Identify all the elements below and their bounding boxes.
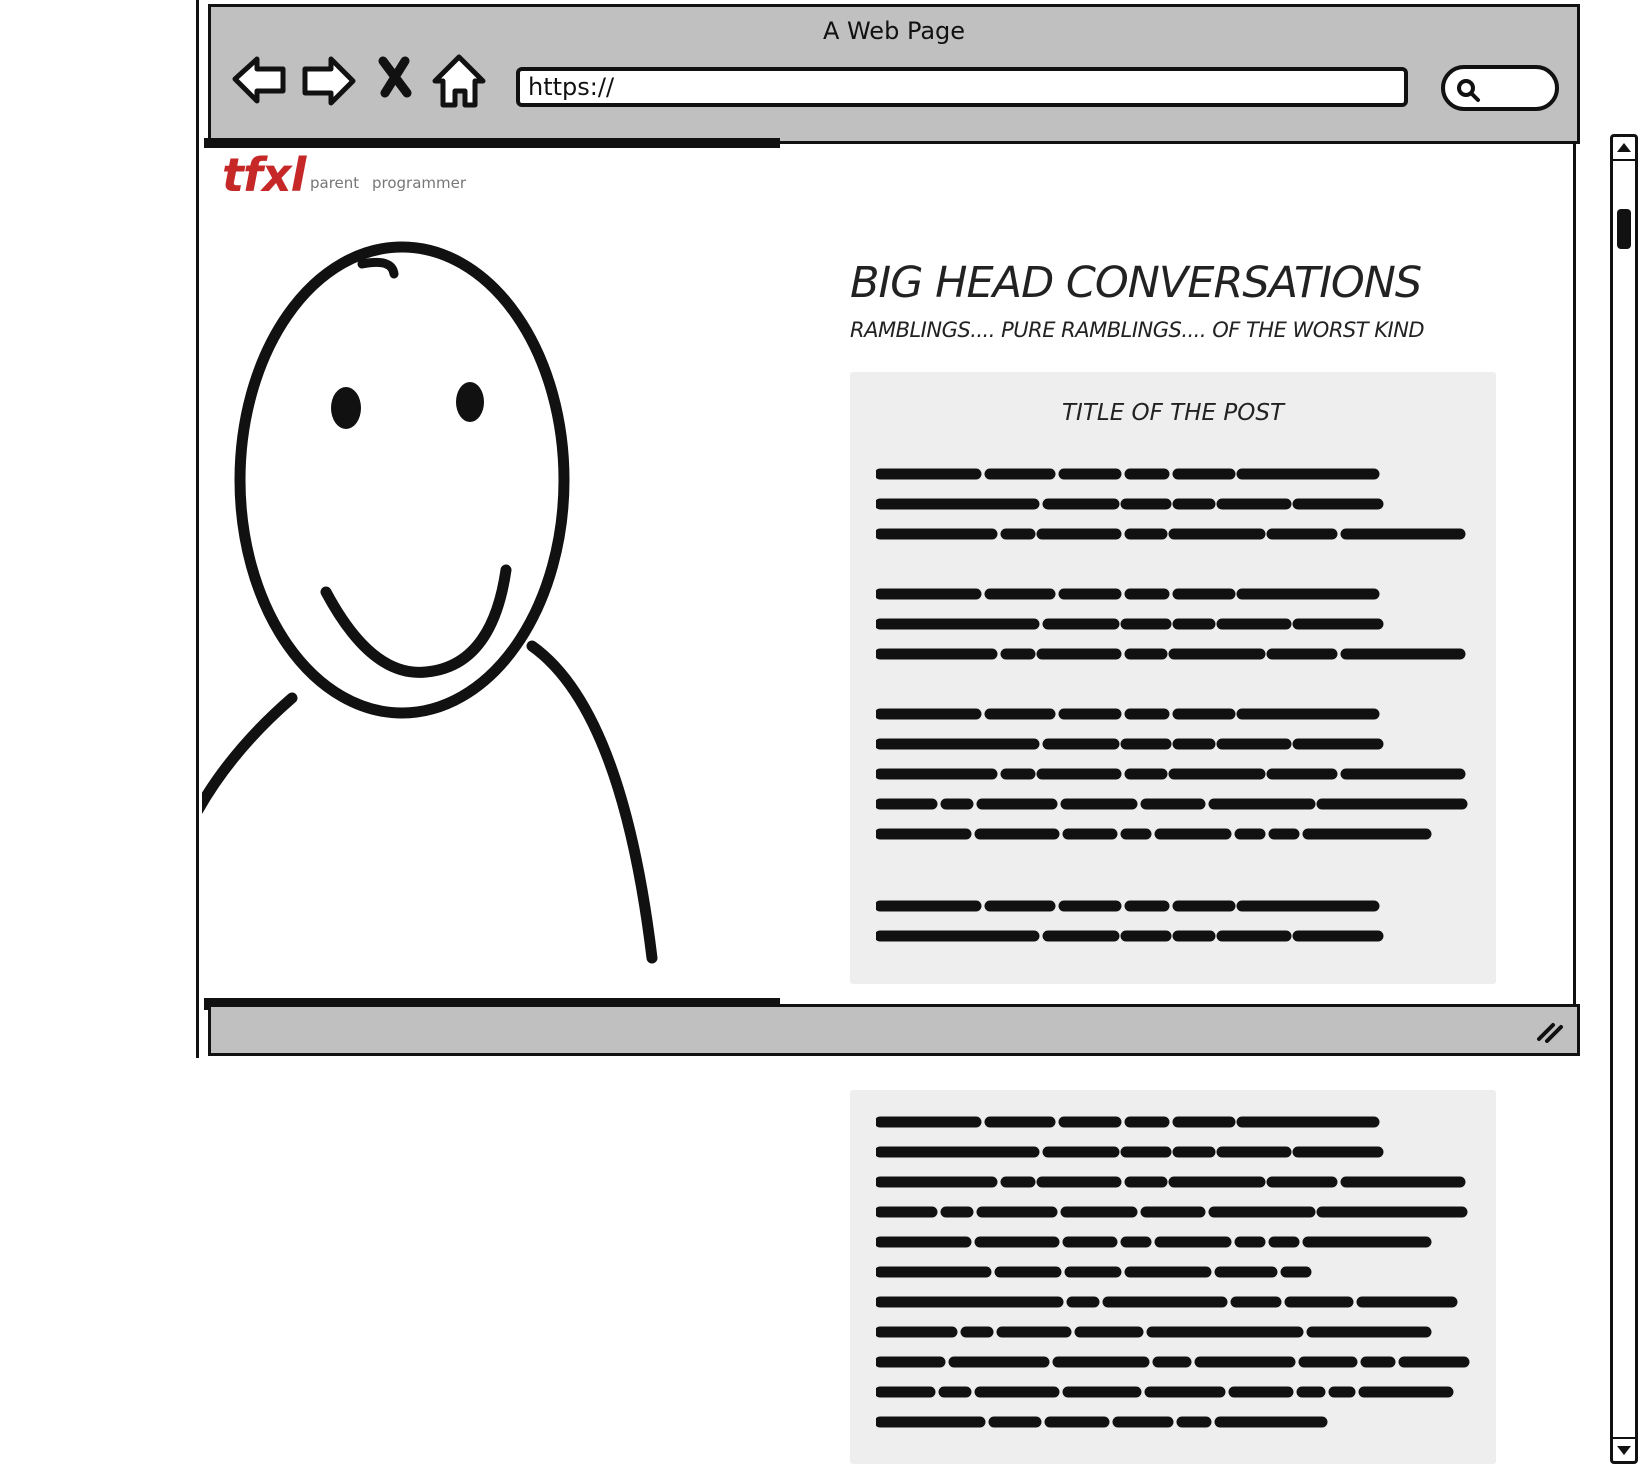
triangle-down-icon xyxy=(1617,1446,1631,1455)
forward-arrow-icon[interactable] xyxy=(299,51,359,111)
blog-title: BIG HEAD CONVERSATIONS xyxy=(850,258,1422,308)
stop-icon[interactable] xyxy=(371,51,431,111)
home-icon[interactable] xyxy=(429,51,489,111)
browser-statusbar xyxy=(208,1004,1580,1056)
post-title[interactable]: TITLE OF THE POST xyxy=(850,400,1496,426)
scroll-thumb[interactable] xyxy=(1617,209,1631,249)
magnifier-icon xyxy=(1457,79,1480,102)
search-input[interactable] xyxy=(1441,65,1559,111)
browser-frame-edge xyxy=(196,0,199,1058)
content-top-rule xyxy=(204,138,780,148)
scroll-up-button[interactable] xyxy=(1613,137,1635,161)
window-title: A Web Page xyxy=(822,17,966,45)
vertical-scrollbar[interactable] xyxy=(1610,134,1638,1464)
nav-link-programmer[interactable]: programmer xyxy=(372,174,466,192)
triangle-up-icon xyxy=(1617,143,1631,152)
post-body-text xyxy=(876,468,1468,942)
nav-link-parent[interactable]: parent xyxy=(310,174,359,192)
post-card: TITLE OF THE POST xyxy=(850,372,1496,984)
resize-grip-icon[interactable] xyxy=(1535,1019,1565,1043)
site-logo[interactable]: tfxl xyxy=(222,148,306,202)
scroll-down-button[interactable] xyxy=(1613,1437,1635,1461)
back-arrow-icon[interactable] xyxy=(229,51,289,111)
blog-subtitle: RAMBLINGS.... PURE RAMBLINGS.... OF THE … xyxy=(850,318,1425,342)
post-card xyxy=(850,1090,1496,1464)
avatar-illustration xyxy=(202,241,658,964)
browser-toolbar: A Web Page https:// xyxy=(208,4,1580,144)
post-body-text xyxy=(876,1116,1470,1428)
url-input[interactable]: https:// xyxy=(516,67,1408,107)
